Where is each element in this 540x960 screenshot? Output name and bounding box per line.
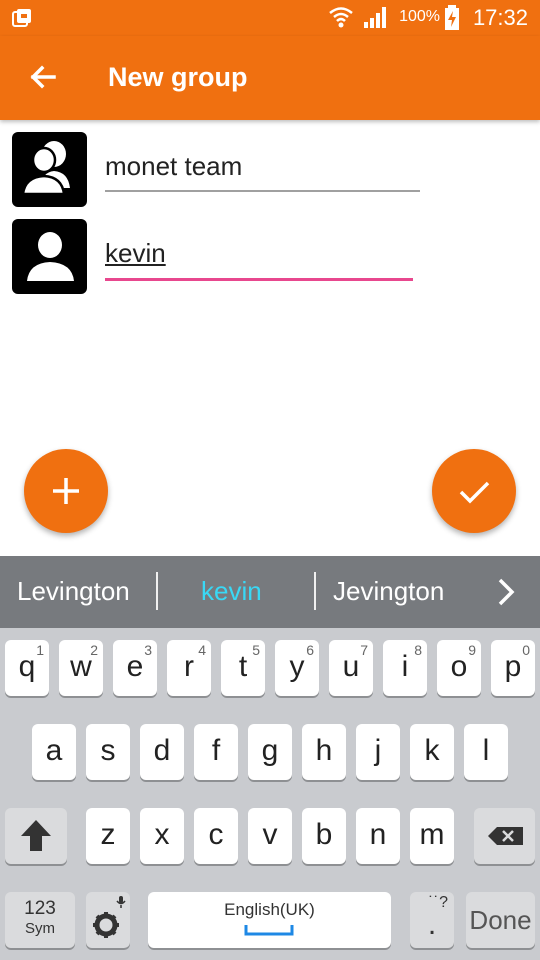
suggestion-bar: Levington kevin Jevington xyxy=(0,556,540,628)
group-name-input[interactable] xyxy=(105,146,420,186)
key-d[interactable]: d xyxy=(140,724,184,780)
symbols-key-label-top: 123 xyxy=(24,898,56,919)
suggestion-3[interactable]: Jevington xyxy=(333,576,444,607)
key-v[interactable]: v xyxy=(248,808,292,864)
add-member-button[interactable] xyxy=(24,449,108,533)
punctuation-key[interactable]: ˙˙? . xyxy=(410,892,454,948)
symbols-key[interactable]: 123 Sym xyxy=(5,892,75,948)
done-key-label: Done xyxy=(469,905,532,935)
plus-icon xyxy=(53,478,79,504)
key-r[interactable]: 4r xyxy=(167,640,211,696)
battery-charging-icon xyxy=(445,5,459,30)
app-bar: New group xyxy=(0,36,540,120)
key-a[interactable]: a xyxy=(32,724,76,780)
suggestion-divider xyxy=(156,572,158,610)
shift-icon xyxy=(21,820,51,851)
wifi-icon xyxy=(329,7,353,28)
key-c[interactable]: c xyxy=(194,808,238,864)
check-icon xyxy=(459,481,490,504)
space-key[interactable]: English(UK) xyxy=(148,892,391,948)
member-name-input[interactable] xyxy=(105,233,420,273)
key-t[interactable]: 5t xyxy=(221,640,265,696)
mic-icon xyxy=(116,896,126,908)
status-bar: 100% 17:32 xyxy=(0,0,540,36)
key-h[interactable]: h xyxy=(302,724,346,780)
key-z[interactable]: z xyxy=(86,808,130,864)
key-e[interactable]: 3e xyxy=(113,640,157,696)
done-key[interactable]: Done xyxy=(466,892,535,948)
key-s[interactable]: s xyxy=(86,724,130,780)
member-name-field[interactable] xyxy=(105,233,420,281)
suggestion-2[interactable]: kevin xyxy=(201,576,262,607)
space-key-label: English(UK) xyxy=(224,900,315,919)
confirm-button[interactable] xyxy=(432,449,516,533)
key-y[interactable]: 6y xyxy=(275,640,319,696)
key-j[interactable]: j xyxy=(356,724,400,780)
backspace-icon xyxy=(488,827,523,845)
suggestion-1[interactable]: Levington xyxy=(17,576,130,607)
group-icon xyxy=(21,141,70,196)
space-bar-icon xyxy=(244,925,294,936)
key-x[interactable]: x xyxy=(140,808,184,864)
member-avatar[interactable] xyxy=(12,219,87,294)
backspace-key[interactable] xyxy=(474,808,535,864)
group-name-field[interactable] xyxy=(105,146,420,192)
key-q[interactable]: 1q xyxy=(5,640,49,696)
member-name-focus-line xyxy=(105,278,413,281)
page-title: New group xyxy=(108,62,248,92)
group-name-underline xyxy=(105,190,420,192)
punctuation-key-bottom: . xyxy=(427,908,437,941)
key-o[interactable]: 9o xyxy=(437,640,481,696)
settings-key[interactable] xyxy=(86,892,130,948)
person-icon xyxy=(27,232,74,281)
key-n[interactable]: n xyxy=(356,808,400,864)
key-b[interactable]: b xyxy=(302,808,346,864)
key-g[interactable]: g xyxy=(248,724,292,780)
key-k[interactable]: k xyxy=(410,724,454,780)
battery-percent: 100% xyxy=(399,8,440,25)
group-avatar[interactable] xyxy=(12,132,87,207)
symbols-key-label-bottom: Sym xyxy=(25,920,55,937)
group-name-row xyxy=(12,132,532,208)
member-row xyxy=(12,219,532,295)
chevron-right-icon[interactable] xyxy=(494,576,518,608)
key-m[interactable]: m xyxy=(410,808,454,864)
key-u[interactable]: 7u xyxy=(329,640,373,696)
sim-icon xyxy=(12,9,31,27)
shift-key[interactable] xyxy=(5,808,67,864)
clock: 17:32 xyxy=(472,5,528,30)
signal-icon xyxy=(364,7,386,28)
key-w[interactable]: 2w xyxy=(59,640,103,696)
keyboard: 1q 2w 3e 4r 5t 6y 7u 8i 9o 0p a s d f g … xyxy=(0,628,540,960)
key-f[interactable]: f xyxy=(194,724,238,780)
key-p[interactable]: 0p xyxy=(491,640,535,696)
suggestion-divider xyxy=(314,572,316,610)
key-i[interactable]: 8i xyxy=(383,640,427,696)
key-l[interactable]: l xyxy=(464,724,508,780)
arrow-left-icon[interactable] xyxy=(26,60,60,94)
